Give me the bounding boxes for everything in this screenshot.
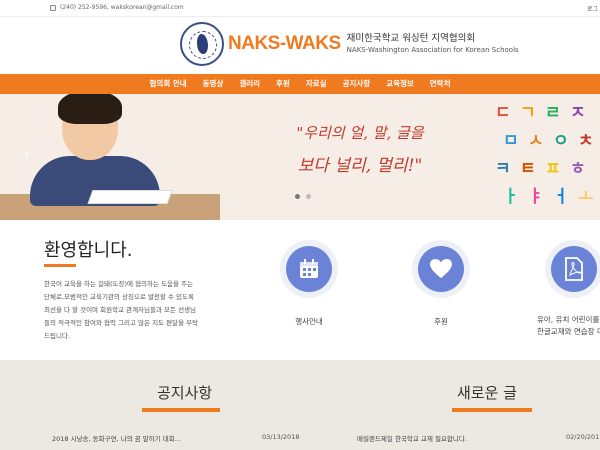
phone-icon (50, 4, 56, 11)
brand-title-en: NAKS-Washington Association for Korean S… (346, 46, 519, 54)
brand-subtitle: 재미한국학교 워싱턴 지역협의회 NAKS-Washington Associa… (347, 33, 519, 55)
site-logo[interactable]: NAKS-WAKS 재미한국학교 워싱턴 지역협의회 NAKS-Washingt… (180, 22, 519, 66)
new-posts-title: 새로운 글 (457, 384, 517, 402)
hangul-letter: ㄹ (545, 103, 561, 123)
hangul-letter: ㄷ (495, 103, 511, 123)
hangul-letter: ㅍ (545, 159, 561, 179)
hangul-letter: ㅅ (528, 131, 544, 151)
nav-item-resources[interactable]: 자료실 (298, 74, 335, 94)
new-post-item-link[interactable]: 메릴랜드제일 한국학교 교재 필요합니다. (357, 433, 467, 443)
welcome-line: 드립니다. (44, 332, 70, 340)
posts-section: 공지사항 2018 시낭송, 동화구연, 나의 꿈 말하기 대회... 03/1… (0, 360, 600, 450)
hangul-letter: ㄱ (520, 103, 536, 123)
feature-textbooks-line2: 한글교재와 연습장 다 (537, 327, 600, 336)
hero-slogan: "우리의 얼, 말, 글을 보다 널리, 멀리!" (240, 118, 480, 184)
nav-item-gallery[interactable]: 갤러리 (231, 74, 268, 94)
hangul-letter: ㅗ (578, 187, 594, 207)
hangul-letter: ㅈ (570, 103, 586, 123)
hangul-letters-decoration: ㄷㄱㄹㅈㅁㅅㅇㅊㅋㅌㅍㅎㅏㅑㅓㅗ (495, 98, 600, 218)
brand-name: NAKS-WAKS (228, 33, 341, 54)
welcome-section: 환영합니다. 한국어 교육을 하는 걸돼(도장)에 협의하는 도움을 주는 단체… (0, 220, 600, 360)
hangul-letter: ㅑ (528, 187, 544, 207)
nav-item-contact[interactable]: 연락처 (422, 74, 459, 94)
feature-events[interactable]: 행사안내 (274, 240, 344, 327)
hangul-letter: ㅊ (578, 131, 594, 151)
association-seal-icon (180, 22, 224, 66)
slider-dot-1[interactable] (295, 194, 300, 199)
hero-slider: ‹ "우리의 얼, 말, 글을 보다 널리, 멀리!" ㄷㄱㄹㅈㅁㅅㅇㅊㅋㅌㅍㅎ… (0, 94, 600, 220)
brand-title-ko: 재미한국학교 워싱턴 지역협의회 (346, 33, 476, 44)
slider-dots (295, 194, 311, 199)
notice-item-link[interactable]: 2018 시낭송, 동화구연, 나의 꿈 말하기 대회... (52, 433, 181, 443)
heart-icon (430, 259, 452, 278)
nav-item-donate[interactable]: 후원 (268, 74, 298, 94)
hero-boy-hair (58, 94, 122, 124)
nav-item-education[interactable]: 교육정보 (378, 74, 422, 94)
hero-book (87, 190, 173, 204)
calendar-icon (300, 259, 318, 278)
hangul-letter: ㅏ (503, 187, 519, 207)
hangul-letter: ㅎ (570, 159, 586, 179)
slider-prev-icon[interactable]: ‹ (18, 146, 36, 164)
new-posts-underline (452, 408, 532, 412)
feature-events-label: 행사안내 (295, 317, 323, 326)
welcome-underline (44, 264, 76, 267)
hangul-letter: ㅁ (503, 131, 519, 151)
welcome-title: 환영합니다. (44, 240, 133, 261)
welcome-line: 단체로,모범적인 교육기관의 상징으로 발전할 수 있도록 (44, 293, 194, 301)
feature-donate[interactable]: 후원 (406, 240, 476, 327)
main-nav: 협의회 안내 동영상 갤러리 후원 자료실 공지사항 교육정보 연락처 (0, 74, 600, 94)
welcome-line: 들의 적극적인 참여와 협력 그리고 많은 지도 편달을 부탁 (44, 319, 199, 327)
slogan-line-1: "우리의 얼, 말, 글을 (296, 124, 424, 142)
top-contact-bar: (240) 252-9596, wakskorean@gmail.com 로그 (0, 0, 600, 17)
hangul-letter: ㅌ (520, 159, 536, 179)
nav-item-videos[interactable]: 동영상 (195, 74, 232, 94)
new-post-item-date: 02/20/201 (566, 433, 600, 441)
slider-dot-2[interactable] (306, 194, 311, 199)
notice-item-date: 03/13/2018 (262, 433, 300, 441)
hangul-letter: ㅇ (553, 131, 569, 151)
feature-textbooks[interactable]: 유아, 유치 어린이를 한글교재와 연습장 다 (537, 240, 600, 338)
slogan-line-2: 보다 널리, 멀리!" (297, 156, 423, 176)
welcome-line: 최선을 다 할 것이며 회원학교 관계자님들과 모든 선생님 (44, 306, 197, 314)
contact-text: (240) 252-9596, wakskorean@gmail.com (60, 4, 184, 11)
feature-textbooks-line1: 유아, 유치 어린이를 (537, 315, 600, 324)
contact-info: (240) 252-9596, wakskorean@gmail.com (50, 4, 184, 11)
welcome-line: 한국어 교육을 하는 걸돼(도장)에 협의하는 도움을 주는 (44, 280, 194, 288)
login-link[interactable]: 로그 (587, 4, 598, 13)
site-header: NAKS-WAKS 재미한국학교 워싱턴 지역협의회 NAKS-Washingt… (0, 17, 600, 74)
hangul-letter: ㅓ (553, 187, 569, 207)
nav-item-notices[interactable]: 공지사항 (335, 74, 379, 94)
hangul-letter: ㅋ (495, 159, 511, 179)
welcome-text: 한국어 교육을 하는 걸돼(도장)에 협의하는 도움을 주는 단체로,모범적인 … (44, 278, 264, 343)
feature-textbooks-label: 유아, 유치 어린이를 한글교재와 연습장 다 (537, 314, 600, 338)
pdf-icon (565, 257, 583, 281)
notices-title: 공지사항 (157, 384, 213, 402)
nav-item-about[interactable]: 협의회 안내 (142, 74, 195, 94)
notices-underline (142, 408, 220, 412)
feature-donate-label: 후원 (434, 317, 448, 326)
